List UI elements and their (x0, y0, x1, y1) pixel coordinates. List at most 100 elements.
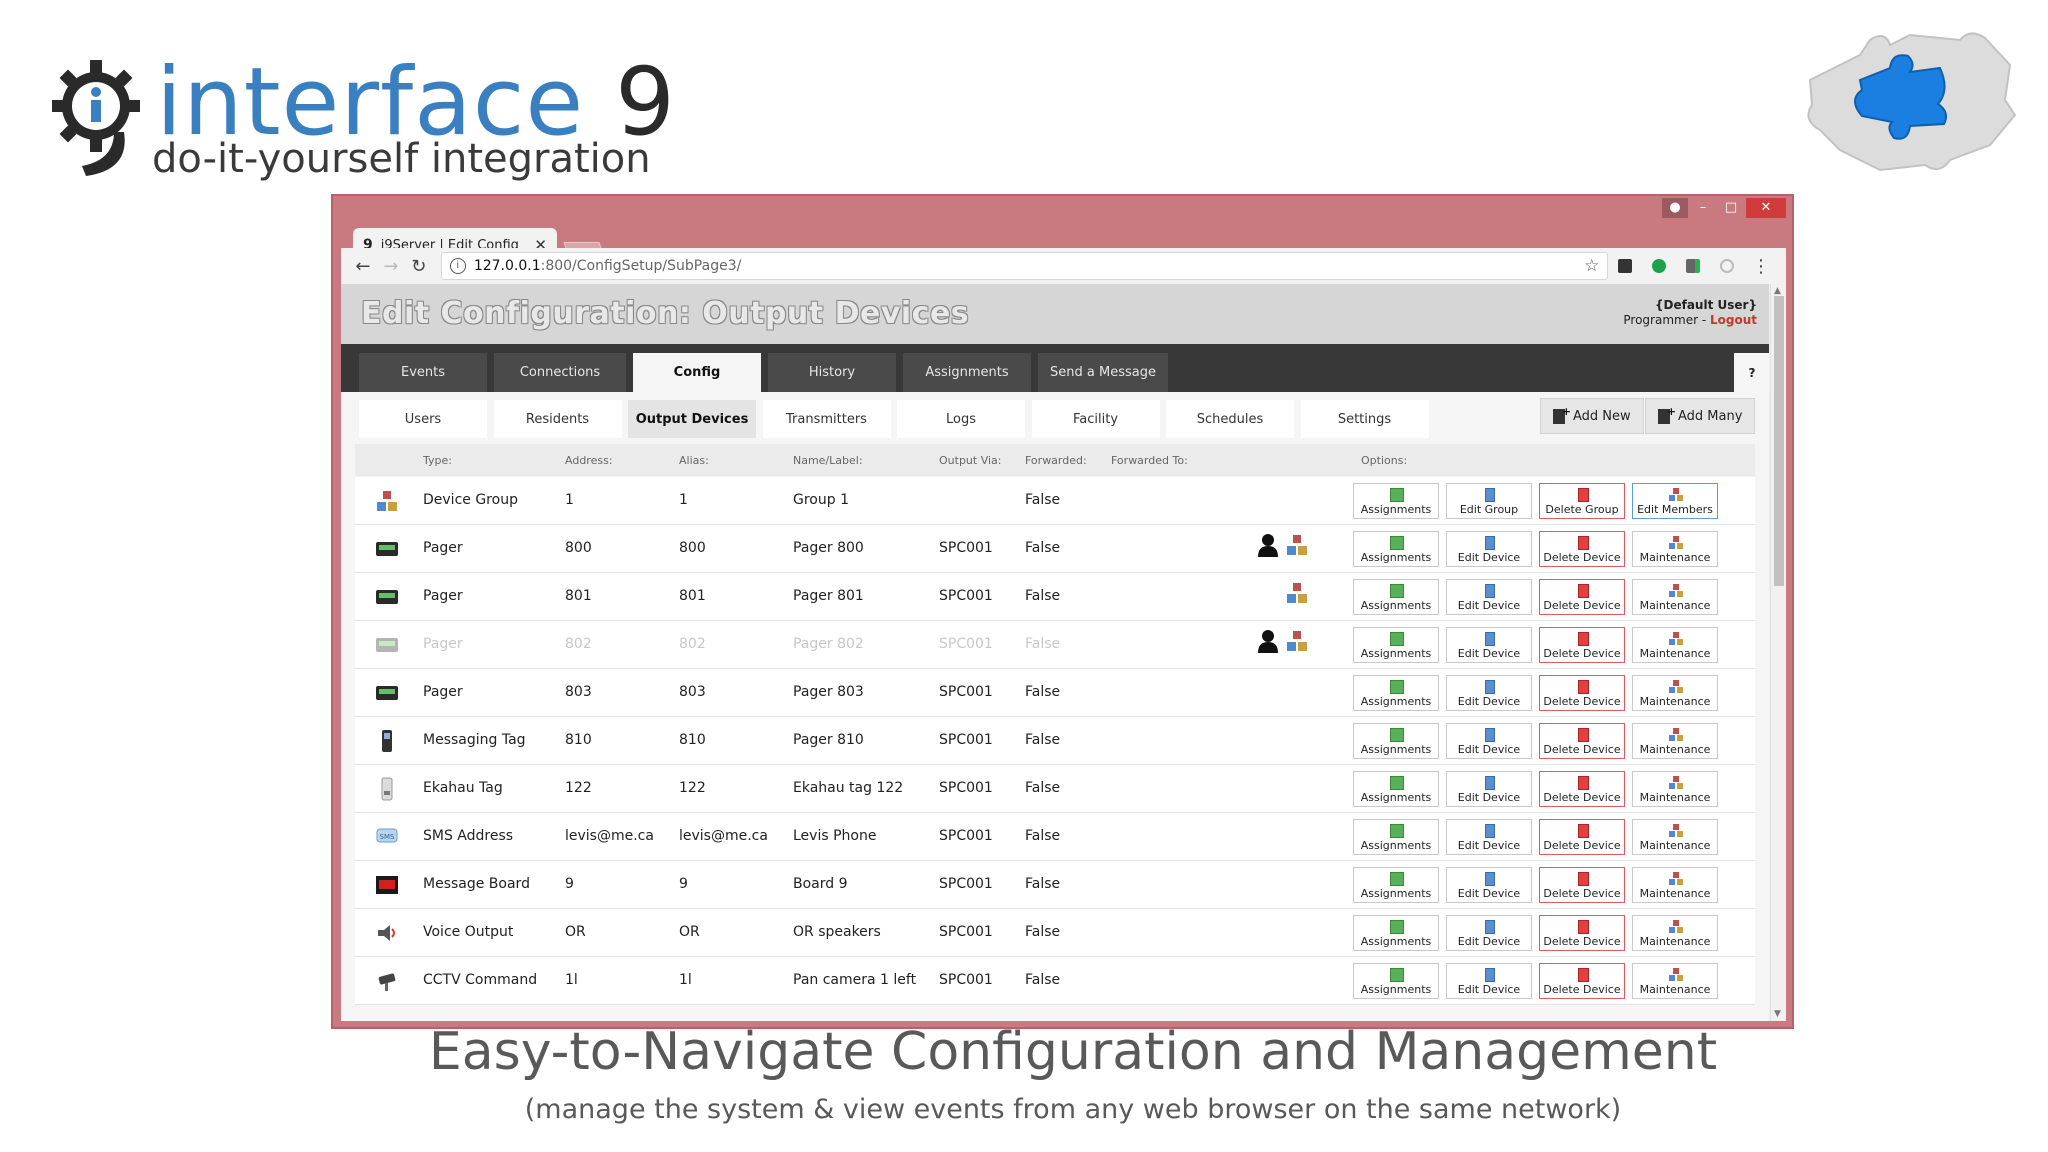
assignments-button[interactable]: Assignments (1353, 963, 1439, 999)
option-label: Edit Members (1637, 503, 1713, 516)
add-many-label: Add Many (1678, 408, 1743, 424)
table-row[interactable]: Pager 802 802 Pager 802 SPC001 False Assignmen… (355, 621, 1755, 669)
add-new-button[interactable]: Add New (1540, 398, 1644, 434)
maintenance-button[interactable]: Maintenance (1632, 723, 1718, 759)
cell-forwarded: False (1025, 540, 1061, 556)
maintenance-button[interactable]: Maintenance (1632, 915, 1718, 951)
subtab-logs[interactable]: Logs (897, 400, 1025, 438)
table-row[interactable]: Device Group 1 1 Group 1 False Assignments Edi… (355, 477, 1755, 525)
assignments-icon (1390, 728, 1404, 742)
info-icon[interactable]: i (449, 258, 466, 274)
table-row[interactable]: Pager 801 801 Pager 801 SPC001 False Assignmen… (355, 573, 1755, 621)
edit-device-button[interactable]: Edit Device (1446, 771, 1532, 807)
back-icon[interactable]: ← (349, 256, 377, 277)
assignments-button[interactable]: Assignments (1353, 915, 1439, 951)
assignments-button[interactable]: Assignments (1353, 723, 1439, 759)
assignments-button[interactable]: Assignments (1353, 483, 1439, 519)
edit-device-button[interactable]: Edit Device (1446, 675, 1532, 711)
edit-group-button[interactable]: Edit Group (1446, 483, 1532, 519)
extension-grey-icon[interactable] (1710, 259, 1744, 273)
edit-device-button[interactable]: Edit Device (1446, 915, 1532, 951)
reload-icon[interactable]: ↻ (405, 256, 433, 277)
maintenance-button[interactable]: Maintenance (1632, 627, 1718, 663)
address-bar[interactable]: i 127.0.0.1:800/ConfigSetup/SubPage3/ ☆ (440, 252, 1609, 280)
maintenance-button[interactable]: Maintenance (1632, 771, 1718, 807)
table-row[interactable]: Voice Output OR OR OR speakers SPC001 False As… (355, 909, 1755, 957)
edit-members-button[interactable]: Edit Members (1632, 483, 1718, 519)
bookmark-star-icon[interactable]: ☆ (1584, 256, 1599, 276)
maintenance-button[interactable]: Maintenance (1632, 579, 1718, 615)
subtab-output-devices[interactable]: Output Devices (628, 400, 756, 438)
edit-device-button[interactable]: Edit Device (1446, 867, 1532, 903)
tab-assignments[interactable]: Assignments (903, 353, 1031, 392)
tab-connections[interactable]: Connections (494, 353, 626, 392)
table-row[interactable]: Pager 803 803 Pager 803 SPC001 False Assignmen… (355, 669, 1755, 717)
assignments-button[interactable]: Assignments (1353, 675, 1439, 711)
extension-green-icon[interactable] (1642, 259, 1676, 273)
edit-device-button[interactable]: Edit Device (1446, 963, 1532, 999)
table-row[interactable]: Pager 800 800 Pager 800 SPC001 False Assignmen… (355, 525, 1755, 573)
delete-group-button[interactable]: Delete Group (1539, 483, 1625, 519)
delete-device-button[interactable]: Delete Device (1539, 579, 1625, 615)
subtab-users[interactable]: Users (359, 400, 487, 438)
maximize-button[interactable]: □ (1718, 198, 1744, 218)
assignments-button[interactable]: Assignments (1353, 771, 1439, 807)
delete-device-button[interactable]: Delete Device (1539, 819, 1625, 855)
maintenance-button[interactable]: Maintenance (1632, 819, 1718, 855)
forward-icon[interactable]: → (377, 256, 405, 277)
assignments-button[interactable]: Assignments (1353, 867, 1439, 903)
minimize-button[interactable]: – (1690, 198, 1716, 218)
edit-device-button[interactable]: Edit Device (1446, 579, 1532, 615)
delete-device-button[interactable]: Delete Device (1539, 771, 1625, 807)
delete-device-button[interactable]: Delete Device (1539, 627, 1625, 663)
extension-badge-icon[interactable] (1676, 259, 1710, 273)
tab-config[interactable]: Config (633, 353, 761, 392)
subtab-settings[interactable]: Settings (1300, 400, 1429, 438)
assignments-button[interactable]: Assignments (1353, 579, 1439, 615)
logout-link[interactable]: Logout (1710, 313, 1757, 327)
table-row[interactable]: Messaging Tag 810 810 Pager 810 SPC001 False A… (355, 717, 1755, 765)
assignments-button[interactable]: Assignments (1353, 627, 1439, 663)
assignments-button[interactable]: Assignments (1353, 819, 1439, 855)
delete-device-button[interactable]: Delete Device (1539, 915, 1625, 951)
tab-history[interactable]: History (768, 353, 896, 392)
tab-events[interactable]: Events (359, 353, 487, 392)
edit-device-button[interactable]: Edit Device (1446, 723, 1532, 759)
maintenance-button[interactable]: Maintenance (1632, 531, 1718, 567)
subtab-residents[interactable]: Residents (493, 400, 622, 438)
help-button[interactable]: ? (1734, 353, 1770, 392)
cell-address: 803 (565, 684, 592, 700)
delete-device-button[interactable]: Delete Device (1539, 723, 1625, 759)
delete-device-button[interactable]: Delete Device (1539, 867, 1625, 903)
scroll-down-icon[interactable]: ▼ (1774, 1009, 1781, 1019)
profile-icon[interactable]: ● (1662, 198, 1688, 218)
delete-device-button[interactable]: Delete Device (1539, 675, 1625, 711)
sms-icon: SMS (375, 825, 399, 849)
assignments-button[interactable]: Assignments (1353, 531, 1439, 567)
table-row[interactable]: Message Board 9 9 Board 9 SPC001 False Assignm… (355, 861, 1755, 909)
subtab-transmitters[interactable]: Transmitters (762, 400, 891, 438)
extension-icon[interactable] (1608, 259, 1642, 273)
cell-address: 122 (565, 780, 592, 796)
maintenance-button[interactable]: Maintenance (1632, 675, 1718, 711)
edit-device-button[interactable]: Edit Device (1446, 627, 1532, 663)
edit-device-button[interactable]: Edit Device (1446, 531, 1532, 567)
maintenance-button[interactable]: Maintenance (1632, 867, 1718, 903)
menu-kebab-icon[interactable]: ⋮ (1744, 256, 1778, 277)
table-row[interactable]: CCTV Command 1l 1l Pan camera 1 left SPC001 F… (355, 957, 1755, 1005)
subtab-facility[interactable]: Facility (1031, 400, 1160, 438)
table-row[interactable]: Ekahau Tag 122 122 Ekahau tag 122 SPC001 Fals… (355, 765, 1755, 813)
edit-device-button[interactable]: Edit Device (1446, 819, 1532, 855)
scroll-up-icon[interactable]: ▲ (1774, 286, 1781, 296)
maintenance-button[interactable]: Maintenance (1632, 963, 1718, 999)
tab-send-a-message[interactable]: Send a Message (1038, 353, 1168, 392)
option-label: Edit Device (1457, 839, 1521, 852)
table-row[interactable]: SMS SMS Address levis@me.ca levis@me.ca Levi… (355, 813, 1755, 861)
delete-device-button[interactable]: Delete Device (1539, 963, 1625, 999)
delete-device-button[interactable]: Delete Device (1539, 531, 1625, 567)
scroll-thumb[interactable] (1774, 296, 1784, 586)
close-window-button[interactable]: ✕ (1746, 198, 1786, 218)
subtab-schedules[interactable]: Schedules (1166, 400, 1294, 438)
scrollbar[interactable]: ▲ ▼ (1770, 284, 1786, 1021)
add-many-button[interactable]: Add Many (1645, 398, 1756, 434)
